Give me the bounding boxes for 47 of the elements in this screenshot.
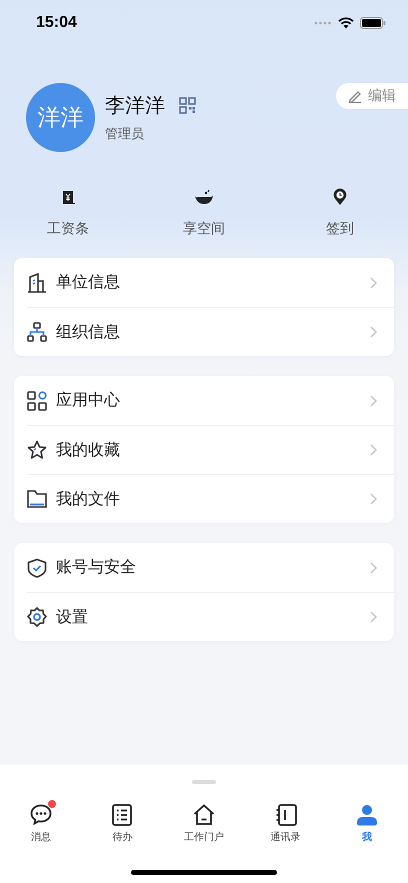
menu-item[interactable]: 单位信息 [27,258,394,307]
wifi-icon [338,16,354,28]
menu-item[interactable]: 我的文件 [27,474,394,523]
pencil-icon [348,90,362,102]
chevron-right-icon [370,611,377,623]
star-icon [27,440,47,460]
menu-item[interactable]: 组织信息 [27,307,394,356]
chevron-right-icon [370,562,377,574]
menu-item[interactable]: 应用中心 [27,376,394,425]
shortcut-button[interactable]: 签到 [272,188,408,238]
shield-icon [27,558,47,578]
qr-code-icon[interactable] [179,97,196,114]
shortcut-button[interactable]: 工资条 [0,188,136,238]
tab[interactable]: 工作门户 [163,803,245,844]
tab[interactable]: 待办 [82,803,164,844]
battery-icon [360,16,386,28]
chevron-right-icon [370,276,377,288]
location-clock-icon [333,188,347,206]
status-time: 15:04 [36,14,77,32]
home-icon [192,804,215,825]
menu-item[interactable]: 设置 [27,592,394,641]
tab[interactable]: 通讯录 [244,803,326,844]
menu-item[interactable]: 账号与安全 [27,543,394,592]
grid-icon [27,390,47,410]
menu-item[interactable]: 我的收藏 [27,425,394,474]
list-icon [112,804,132,826]
contacts-icon [274,804,297,826]
chevron-right-icon [370,326,377,338]
settings-icon [27,607,47,627]
chevron-right-icon [370,493,377,505]
user-role: 管理员 [105,126,145,143]
signal-icon [314,20,332,24]
drag-handle[interactable] [192,780,216,784]
shortcut-button[interactable]: 享空间 [136,188,272,238]
hierarchy-icon [27,322,47,342]
edit-button[interactable]: 编辑 [336,83,408,109]
bowl-icon [194,188,214,206]
folder-icon [27,489,47,509]
tab[interactable]: 消息 [0,803,82,844]
person-icon [356,804,378,826]
receipt-icon [60,188,76,206]
chat-icon [30,804,52,825]
chevron-right-icon [370,394,377,406]
chevron-right-icon [370,444,377,456]
building-icon [27,272,47,292]
user-name: 李洋洋 [105,92,165,119]
tab[interactable]: 我 [326,803,408,844]
